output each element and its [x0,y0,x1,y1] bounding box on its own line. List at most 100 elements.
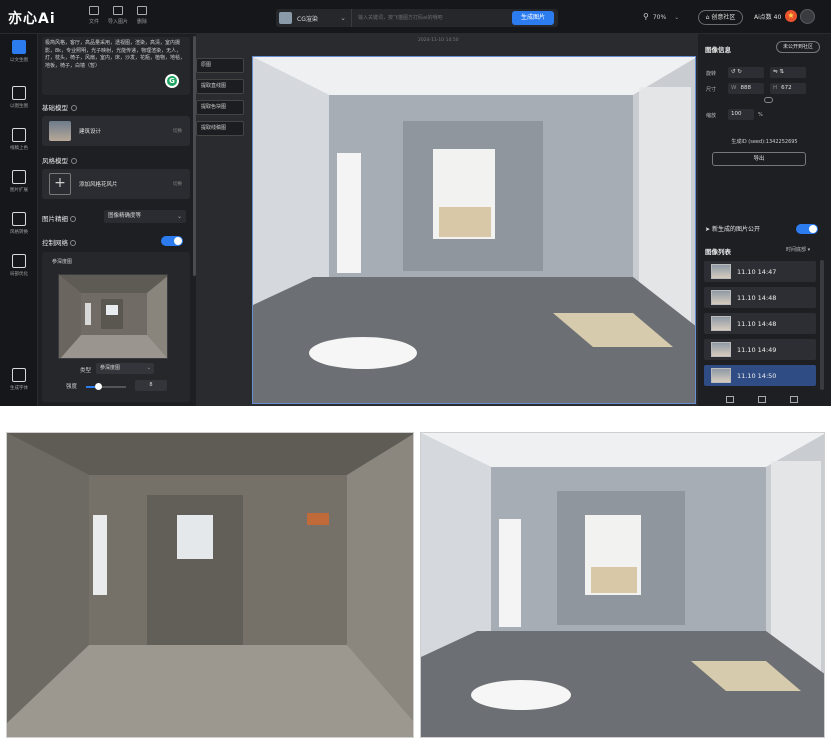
flip-vertical-icon: ⇅ [779,69,784,75]
plus-icon: + [49,173,71,195]
help-icon[interactable] [71,105,77,111]
strength-slider[interactable] [86,383,126,390]
help-icon[interactable] [70,216,77,222]
generated-image[interactable] [252,56,696,404]
top-bar: 亦心Ai 文件 导入图片 删除 CG渲染 ⌄ 输入关键词，按飞猫图方打码ai的哦… [0,0,831,34]
after-photo [420,432,825,738]
add-image-icon [113,6,123,15]
expand-image-icon [12,170,26,184]
tool-extract-color-blocks[interactable]: 提取色块图 [196,100,244,115]
text-image-icon [12,40,26,54]
list-thumbnail [711,264,731,279]
list-scrollbar[interactable] [820,260,824,390]
settings-panel: 极简风格，客厅，高品量采用，透视图，渲染，高清，室内摄影，8k，专业照明，光子映… [38,34,196,406]
controlnet-toggle[interactable] [161,236,183,246]
font-icon [12,368,26,382]
rendered-room-photo [421,433,824,737]
scale-label: 缩放 [706,113,717,119]
slider-handle[interactable] [94,383,102,390]
chevron-down-icon: ⌄ [674,14,680,21]
image-list-title: 图像列表 [705,248,731,256]
publish-toggle[interactable] [796,224,818,234]
flip-button[interactable]: ⇋ ⇅ [770,67,806,78]
base-model-card[interactable]: 建筑设计 切换 [42,116,190,146]
mode-select[interactable]: CG渲染 ⌄ [276,9,352,27]
caret-down-icon: ▾ [807,247,811,253]
file-button[interactable]: 文件 [82,6,106,30]
list-item[interactable]: 11.10 14:47 [704,261,816,282]
list-item-selected[interactable]: 11.10 14:50 [704,365,816,386]
nav-image-extend[interactable]: 图片扩展 [4,170,34,193]
points-counter: Ai点数 40 [754,14,782,21]
seed-id: 生成ID (seed):1342252695 [731,139,798,145]
publish-new-images-row: ➤ 新生成的图片公开 [705,226,760,233]
add-icon[interactable] [758,396,766,403]
community-button[interactable]: ⌂ 创意社区 [698,10,743,25]
nav-lineart-color[interactable]: 线稿上色 [4,128,34,151]
raw-room-photo [7,433,413,737]
list-item[interactable]: 11.10 14:48 [704,287,816,308]
controlnet-reference-image[interactable] [58,274,168,359]
export-button[interactable]: 导出 [712,152,806,166]
switch-model-button[interactable]: 切换 [173,128,182,134]
generate-button[interactable]: 生成图片 [512,11,554,25]
type-select[interactable]: 参深度图 ⌄ [96,363,154,374]
help-icon[interactable] [71,158,77,164]
strength-input[interactable]: 8 [135,380,167,391]
nav-style-transfer[interactable]: 风格转换 [4,212,34,235]
image-info-title: 图像信息 [705,46,731,54]
rotate-left-icon: ↺ [731,69,736,75]
nav-image-to-image[interactable]: 以图生图 [4,86,34,109]
rotate-left-button[interactable]: ↺ ↻ [728,67,764,78]
type-label: 类型 [80,368,92,374]
delete-button[interactable]: 删除 [130,6,154,30]
image-icon [12,86,26,100]
canvas-timestamp: 2024-11-10 14:50 [418,38,459,43]
sort-select[interactable]: 时间底部 ▾ [786,246,810,253]
file-icon [89,6,99,15]
trash-icon[interactable] [790,396,798,403]
star-badge-icon[interactable]: ★ [785,10,797,22]
rotate-label: 旋转 [706,71,717,77]
link-aspect-icon[interactable] [764,97,773,103]
chart-line-icon [12,128,26,142]
image-detail-select[interactable]: 图像精确度等 ⌄ [104,210,186,223]
style-model-card[interactable]: + 添加风格花风片 切换 [42,169,190,199]
prompt-input[interactable]: 输入关键词，按飞猫图方打码ai的哦吧 [358,14,442,21]
tool-extract-sketch[interactable]: 提取线稿图 [196,121,244,136]
trash-icon [137,6,147,15]
rendered-room-image [253,57,695,403]
nav-local-optimize[interactable]: 局部优化 [4,254,34,277]
zoom-control[interactable]: ⚲ 70% ⌄ [643,12,679,21]
switch-style-button[interactable]: 切换 [173,181,182,187]
chevron-down-icon: ⌄ [176,213,182,220]
toggle-knob [809,225,817,233]
prompt-bar: CG渲染 ⌄ 输入关键词，按飞猫图方打码ai的哦吧 生成图片 [276,9,558,27]
controlnet-subtitle: 参深度图 [52,259,73,265]
image-info-panel: 图像信息 未公开到社区 旋转 ↺ ↻ ⇋ ⇅ 尺寸 W 888 H 672 缩放 1… [698,34,831,406]
avatar[interactable] [800,9,815,24]
grammar-check-icon[interactable]: G [165,74,179,88]
chevron-down-icon: ⌄ [340,14,346,22]
width-input[interactable]: W 888 [728,83,764,94]
nav-text-to-image[interactable]: 以文生图 [4,40,34,63]
image-icon[interactable] [726,396,734,403]
tool-original[interactable]: 原图 [196,58,244,73]
list-item[interactable]: 11.10 14:49 [704,339,816,360]
model-thumbnail [49,121,71,141]
strength-label: 强度 [66,384,78,390]
controlnet-title: 控制网络 [42,237,77,247]
list-item[interactable]: 11.10 14:48 [704,313,816,334]
height-input[interactable]: H 672 [770,83,806,94]
nav-generate-font[interactable]: 生成字体 [4,368,34,391]
home-icon: ⌂ [705,14,710,21]
mode-thumbnail [279,12,292,24]
list-toolbar [698,394,831,406]
scale-input[interactable]: 100 [728,109,754,120]
rotate-right-icon: ↻ [737,69,742,75]
tool-extract-lines[interactable]: 提取直线图 [196,79,244,94]
help-icon[interactable] [70,240,77,246]
unpublish-button[interactable]: 未公开到社区 [776,41,820,53]
list-thumbnail [711,290,731,305]
import-image-button[interactable]: 导入图片 [106,6,130,30]
